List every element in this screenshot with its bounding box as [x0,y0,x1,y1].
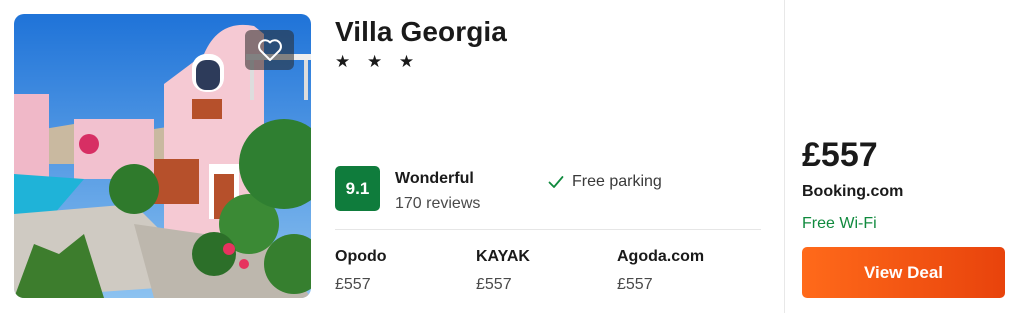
column-separator [784,0,785,313]
provider-price: £557 [617,276,653,293]
hotel-card: Villa Georgia ★ ★ ★ 9.1 Wonderful 170 re… [0,0,1024,313]
deal-provider: Booking.com [802,183,904,200]
star-rating: ★ ★ ★ [335,52,421,71]
provider-name: Agoda.com [617,248,705,265]
provider-offer-agoda[interactable]: Agoda.com £557 [617,248,747,294]
check-icon [548,176,564,188]
amenity-label: Free parking [572,173,662,190]
view-deal-button[interactable]: View Deal [802,247,1005,298]
rating-score-badge: 9.1 [335,166,380,211]
favorite-button[interactable] [245,30,294,70]
provider-offer-opodo[interactable]: Opodo £557 [335,248,465,294]
amenity-free-parking: Free parking [548,173,662,191]
review-count[interactable]: 170 reviews [395,195,480,213]
deal-amenity: Free Wi-Fi [802,215,877,232]
divider [335,229,761,230]
rating-word: Wonderful [395,170,474,187]
hotel-name[interactable]: Villa Georgia [335,16,507,48]
provider-price: £557 [476,276,512,293]
provider-name: KAYAK [476,248,530,265]
deal-price: £557 [802,136,878,174]
provider-name: Opodo [335,248,387,265]
provider-offer-kayak[interactable]: KAYAK £557 [476,248,606,294]
provider-price: £557 [335,276,371,293]
heart-icon [257,39,282,61]
